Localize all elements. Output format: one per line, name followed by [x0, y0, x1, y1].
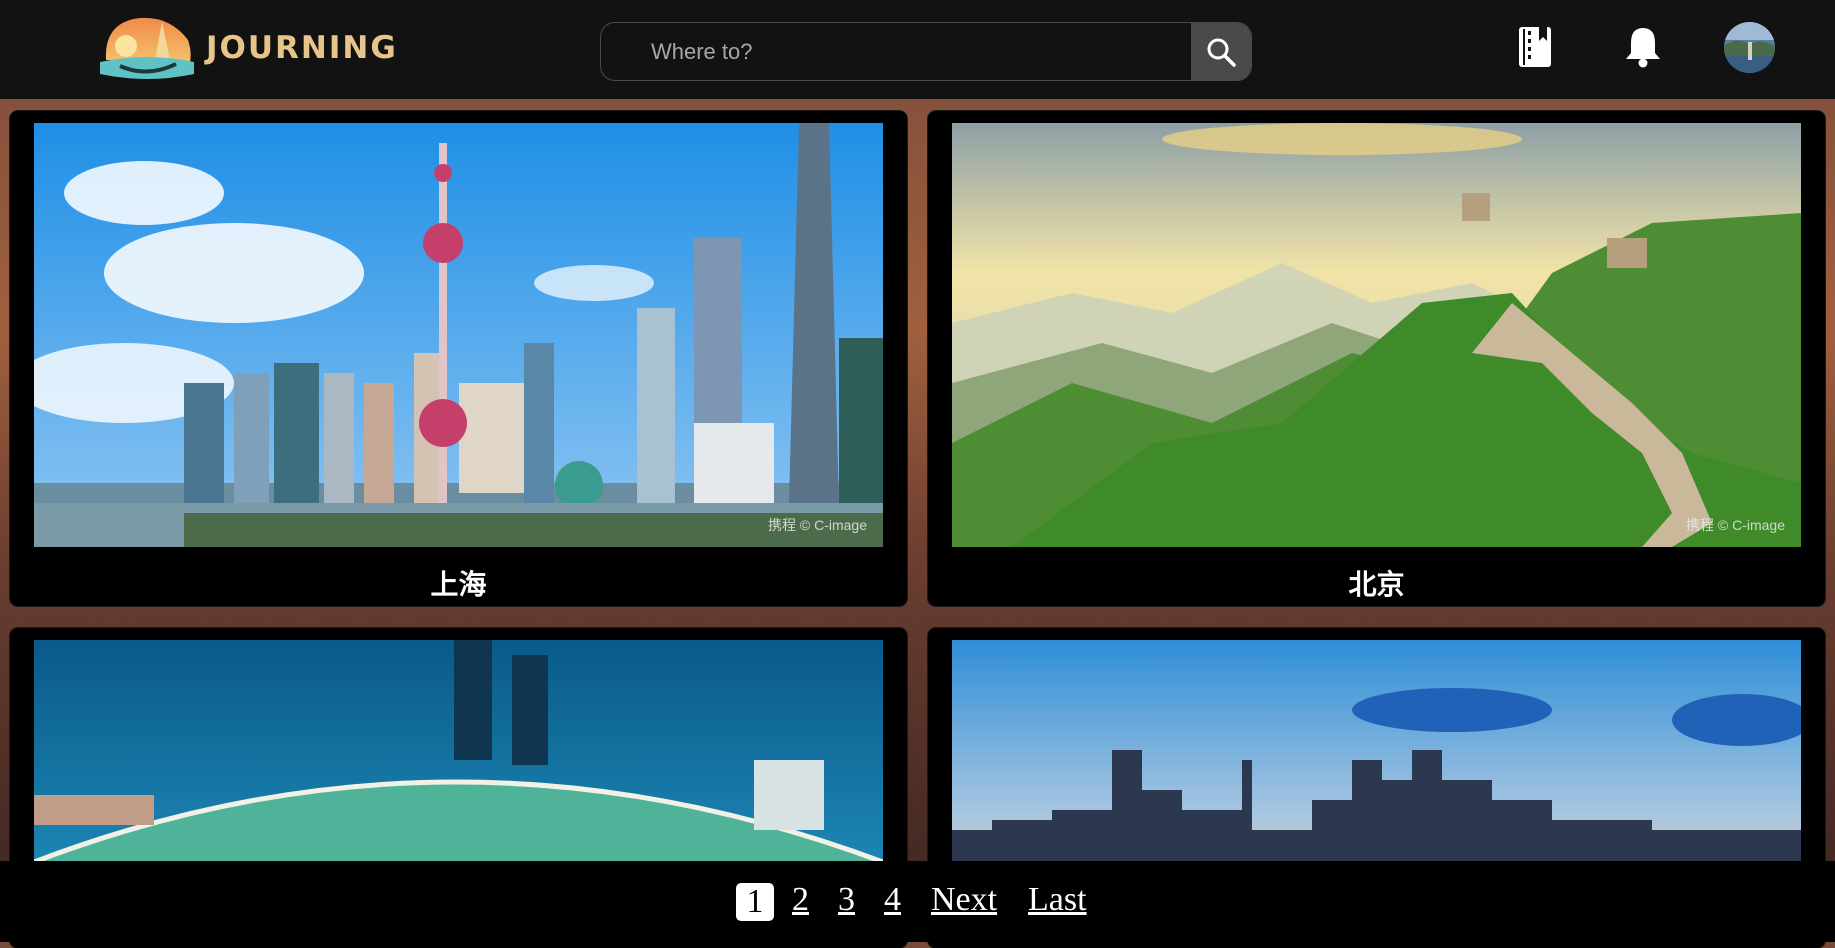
search-button[interactable]: [1191, 23, 1251, 80]
bell-icon: [1626, 28, 1660, 68]
image-watermark: 携程 © C-image: [768, 517, 867, 533]
avatar-image: [1724, 22, 1775, 73]
image-watermark: 携程 © C-image: [1686, 517, 1785, 533]
city-image-3: [34, 640, 883, 890]
page-2-link[interactable]: 2: [792, 881, 809, 919]
page-3-link[interactable]: 3: [838, 881, 855, 919]
page-1-button[interactable]: 1: [736, 883, 774, 921]
search-input[interactable]: [601, 23, 1191, 80]
next-page-link[interactable]: Next: [931, 881, 997, 919]
user-avatar[interactable]: [1724, 22, 1775, 73]
search-icon: [1207, 38, 1236, 67]
city-title: 上海: [430, 568, 487, 601]
city-image-beijing: 携程 © C-image: [952, 123, 1801, 547]
bookmarks-button[interactable]: [1510, 22, 1560, 72]
notifications-button[interactable]: [1618, 22, 1668, 72]
city-image-shanghai: 携程 © C-image: [34, 123, 883, 547]
city-image-4: [952, 640, 1801, 890]
search-bar: [600, 22, 1252, 81]
pagination-bar: 1 2 3 4 Next Last: [0, 861, 1835, 942]
city-title: 北京: [1348, 568, 1405, 601]
page-4-link[interactable]: 4: [884, 881, 901, 919]
logo-mark-icon: [100, 17, 194, 79]
city-card-beijing[interactable]: 携程 © C-image 北京: [928, 111, 1825, 606]
top-navbar: JOURNING: [0, 0, 1835, 99]
journing-logo[interactable]: JOURNING: [100, 12, 400, 86]
last-page-link[interactable]: Last: [1028, 881, 1087, 919]
bookmark-book-icon: [1519, 27, 1551, 67]
logo-text: JOURNING: [206, 30, 398, 66]
city-card-shanghai[interactable]: 携程 © C-image 上海: [10, 111, 907, 606]
